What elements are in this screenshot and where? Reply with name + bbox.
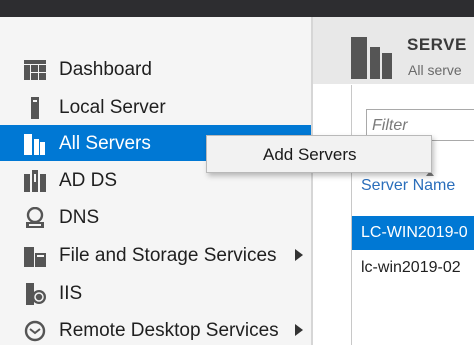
sidebar-item-label: File and Storage Services bbox=[59, 245, 277, 266]
column-header-label: Server Name bbox=[361, 177, 456, 194]
dashboard-icon bbox=[24, 60, 46, 80]
server-name-cell: LC-WIN2019-0 bbox=[361, 224, 468, 241]
ad-ds-icon bbox=[24, 170, 46, 192]
sidebar: Dashboard Local Server All Servers AD DS… bbox=[0, 17, 311, 345]
table-row[interactable]: lc-win2019-02 bbox=[352, 251, 474, 285]
sidebar-item-label: AD DS bbox=[59, 170, 118, 191]
submenu-arrow-icon[interactable] bbox=[295, 249, 303, 261]
sidebar-item-dashboard[interactable]: Dashboard bbox=[0, 51, 311, 87]
sidebar-item-label: Local Server bbox=[59, 97, 166, 118]
sidebar-item-label: Remote Desktop Services bbox=[59, 320, 279, 341]
file-storage-icon bbox=[24, 246, 46, 267]
table-row[interactable]: LC-WIN2019-0 bbox=[352, 216, 474, 250]
sidebar-item-iis[interactable]: IIS bbox=[0, 275, 311, 311]
all-servers-icon bbox=[24, 134, 46, 155]
page-header: SERVE All serve bbox=[313, 17, 474, 84]
context-menu: Add Servers bbox=[206, 135, 432, 173]
local-server-icon bbox=[24, 97, 46, 119]
context-menu-item-add-servers[interactable]: Add Servers bbox=[263, 145, 357, 165]
page-subtitle: All serve bbox=[408, 62, 462, 78]
sidebar-item-label: IIS bbox=[59, 283, 83, 304]
sidebar-item-label: DNS bbox=[59, 207, 100, 228]
sidebar-item-label: All Servers bbox=[59, 133, 151, 154]
filter-placeholder: Filter bbox=[372, 117, 408, 134]
sidebar-item-label: Dashboard bbox=[59, 59, 152, 80]
sidebar-item-file-storage-services[interactable]: File and Storage Services bbox=[0, 237, 311, 273]
iis-icon bbox=[24, 283, 46, 305]
column-header-server-name[interactable]: Server Name bbox=[361, 171, 456, 195]
all-servers-icon bbox=[351, 35, 393, 79]
submenu-arrow-icon[interactable] bbox=[295, 324, 303, 336]
sidebar-item-local-server[interactable]: Local Server bbox=[0, 89, 311, 125]
dns-icon bbox=[24, 207, 46, 228]
remote-desktop-icon bbox=[24, 320, 46, 342]
server-name-cell: lc-win2019-02 bbox=[361, 259, 461, 276]
sidebar-item-dns[interactable]: DNS bbox=[0, 199, 311, 235]
page-title: SERVE bbox=[407, 35, 467, 54]
main-pane: SERVE All serve Filter Server Name LC-WI… bbox=[313, 17, 474, 345]
sidebar-item-remote-desktop-services[interactable]: Remote Desktop Services bbox=[0, 312, 311, 348]
title-bar bbox=[0, 0, 474, 17]
